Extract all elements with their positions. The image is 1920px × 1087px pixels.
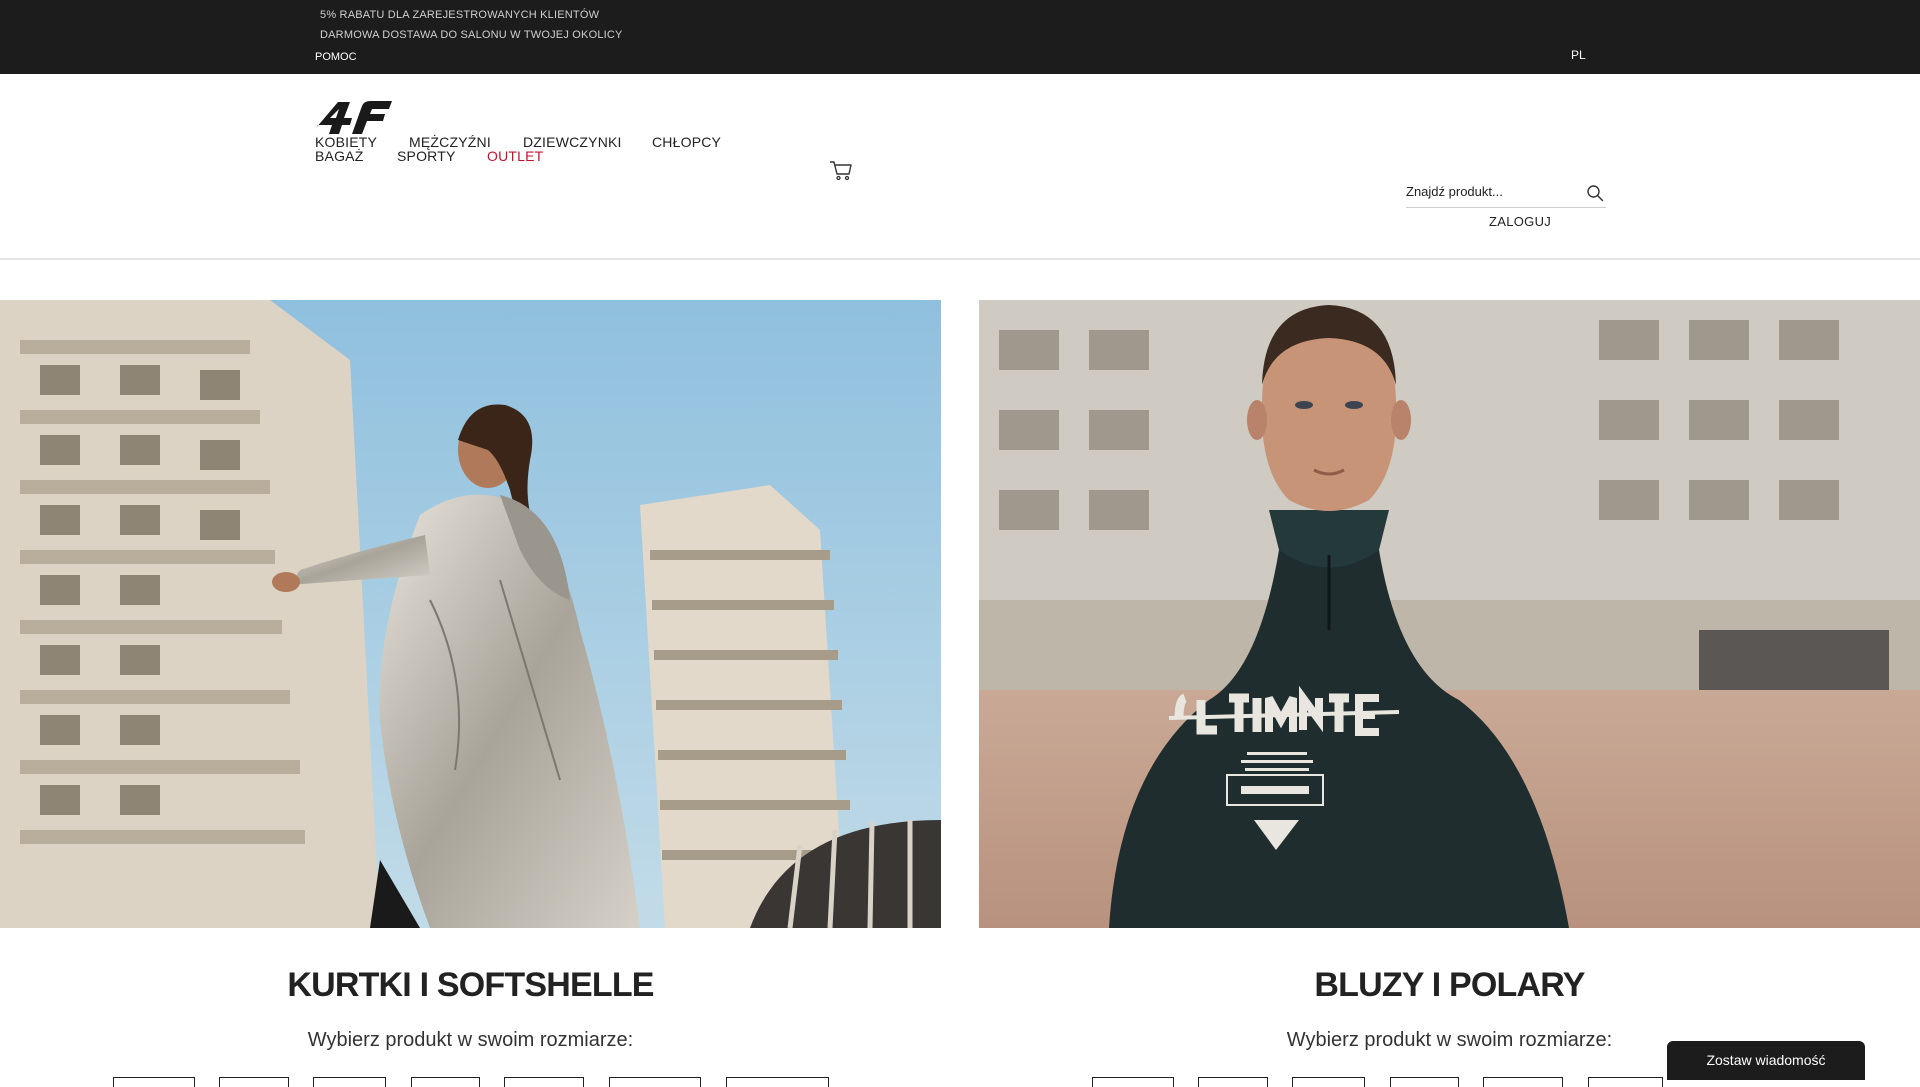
size-option-button[interactable] [1390, 1077, 1459, 1087]
size-option-button[interactable] [411, 1077, 480, 1087]
nav-item-outlet[interactable]: OUTLET [487, 148, 543, 164]
size-option-button[interactable] [113, 1077, 195, 1087]
size-option-button[interactable] [219, 1077, 289, 1087]
size-option-button[interactable] [1588, 1077, 1663, 1087]
size-option-button[interactable] [1198, 1077, 1268, 1087]
promo-discount-text[interactable]: 5% RABATU DLA ZAREJESTROWANYCH KLIENTÓW [320, 9, 599, 21]
top-bar: 5% RABATU DLA ZAREJESTROWANYCH KLIENTÓW … [0, 0, 1920, 74]
category-title-jackets[interactable]: KURTKI I SOFTSHELLE [0, 966, 941, 1005]
leave-message-chat-button[interactable]: Zostaw wiadomość [1667, 1041, 1865, 1080]
category-subtitle-jackets: Wybierz produkt w swoim rozmiarze: [307, 1029, 634, 1051]
size-option-button[interactable] [1483, 1077, 1563, 1087]
nav-item-sports[interactable]: SPORTY [397, 148, 456, 164]
promo-delivery-text[interactable]: DARMOWA DOSTAWA DO SALONU W TWOJEJ OKOLI… [320, 29, 623, 41]
search-icon[interactable] [1586, 184, 1604, 202]
size-option-button[interactable] [726, 1077, 829, 1087]
size-option-button[interactable] [313, 1077, 386, 1087]
cart-icon[interactable] [829, 159, 853, 181]
search-box [1406, 180, 1606, 208]
search-input[interactable] [1406, 184, 1576, 199]
4f-logo[interactable] [314, 98, 392, 136]
nav-item-boys[interactable]: CHŁOPCY [652, 134, 721, 150]
login-link[interactable]: ZALOGUJ [1489, 214, 1551, 229]
size-option-button[interactable] [609, 1077, 701, 1087]
site-header: KOBIETY MĘŻCZYŹNI DZIEWCZYNKI CHŁOPCY BA… [0, 74, 1920, 260]
nav-item-luggage[interactable]: BAGAŻ [315, 148, 363, 164]
size-option-button[interactable] [1292, 1077, 1365, 1087]
size-option-button[interactable] [1092, 1077, 1174, 1087]
banner-hoodies-image[interactable] [979, 300, 1920, 928]
category-title-hoodies[interactable]: BLUZY I POLARY [979, 966, 1920, 1005]
language-selector[interactable]: PL [1571, 48, 1586, 62]
size-option-button[interactable] [504, 1077, 584, 1087]
size-options-jackets [0, 1077, 941, 1087]
help-link[interactable]: POMOC [315, 51, 357, 63]
banner-jackets-image[interactable] [0, 300, 941, 928]
